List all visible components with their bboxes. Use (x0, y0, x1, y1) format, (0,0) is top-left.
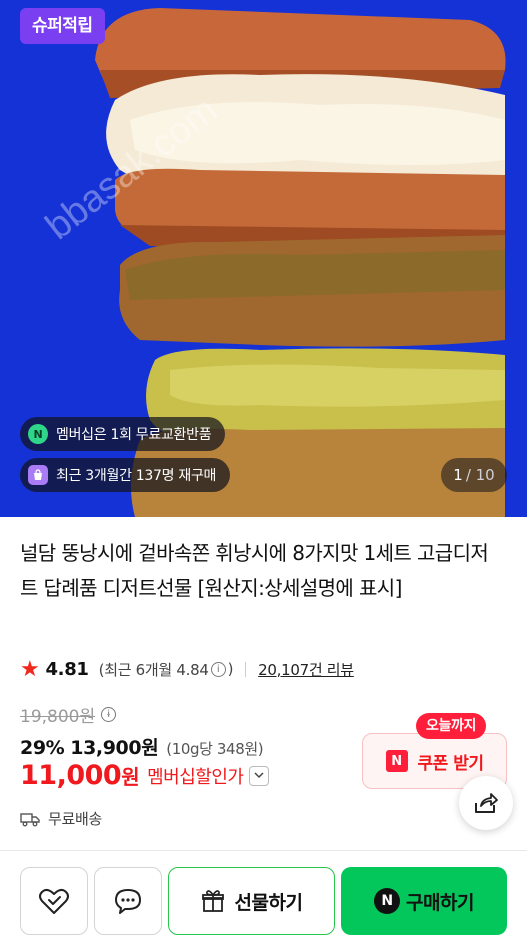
product-image[interactable]: 슈퍼적립 bbasak.com N 멤버십은 1회 무료교환반품 최근 3개월간… (0, 0, 527, 517)
star-icon: ★ (20, 656, 40, 682)
wishlist-button[interactable] (20, 867, 88, 935)
repurchase-text: 최근 3개월간 137명 재구매 (56, 468, 217, 484)
share-icon (475, 793, 498, 813)
member-price-won: 원 (121, 765, 140, 789)
original-price-row: 19,800원 i (20, 702, 118, 727)
buy-label: 구매하기 (406, 891, 474, 914)
coupon-label: 쿠폰 받기 (417, 753, 484, 774)
heart-check-icon (39, 888, 69, 914)
member-price-row[interactable]: 11,000 원 멤버십할인가 (20, 760, 270, 791)
divider (245, 661, 247, 677)
today-only-badge: 오늘까지 (416, 713, 486, 739)
image-pager: 1 / 10 (441, 458, 507, 492)
gift-icon (201, 890, 224, 912)
recent-rating-close: ) (227, 660, 234, 678)
shopping-bag-icon (28, 465, 48, 485)
naver-pay-icon: N (374, 888, 401, 914)
chevron-down-icon[interactable] (249, 765, 270, 786)
member-price: 11,000 (20, 760, 122, 791)
shipping-row: 무료배송 (20, 808, 102, 829)
pager-current: 1 (453, 466, 463, 484)
membership-return-text: 멤버십은 1회 무료교환반품 (56, 427, 212, 443)
rating-row: ★ 4.81 (최근 6개월 4.84 i ) 20,107건 리뷰 (20, 655, 354, 683)
super-reward-badge: 슈퍼적립 (20, 8, 105, 44)
sale-price: 13,900원 (70, 737, 159, 759)
truck-icon (20, 812, 40, 826)
sale-price-row: 29% 13,900원 (10g당 348원) (20, 733, 264, 760)
gift-label: 선물하기 (234, 891, 303, 914)
pager-total: / 10 (465, 466, 495, 484)
chat-bubble-icon (115, 889, 141, 914)
bottom-action-bar: 선물하기 N 구매하기 (0, 850, 527, 941)
naver-membership-icon: N (28, 424, 48, 444)
info-icon[interactable]: i (210, 661, 226, 677)
buy-button[interactable]: N 구매하기 (341, 867, 507, 935)
talk-button[interactable] (94, 867, 162, 935)
original-price: 19,800원 (20, 707, 96, 727)
recent-rating-text: (최근 6개월 4.84 (98, 660, 209, 679)
rating-value: 4.81 (45, 658, 89, 680)
discount-percent: 29% (20, 737, 65, 759)
shipping-label: 무료배송 (48, 810, 103, 828)
unit-price: (10g당 348원) (166, 740, 264, 758)
price-info-icon[interactable]: i (101, 707, 117, 722)
repurchase-pill[interactable]: 최근 3개월간 137명 재구매 (20, 458, 231, 492)
gift-button[interactable]: 선물하기 (168, 867, 335, 935)
member-price-label: 멤버십할인가 (147, 766, 244, 788)
review-count-link[interactable]: 20,107건 리뷰 (258, 659, 354, 680)
product-title: 널담 뚱낭시에 겉바속쫀 휘낭시에 8가지맛 1세트 고급디저트 답례품 디저트… (20, 541, 489, 600)
share-button[interactable] (459, 776, 513, 830)
naver-logo-icon: N (385, 750, 408, 772)
membership-return-pill[interactable]: N 멤버십은 1회 무료교환반품 (20, 417, 226, 451)
